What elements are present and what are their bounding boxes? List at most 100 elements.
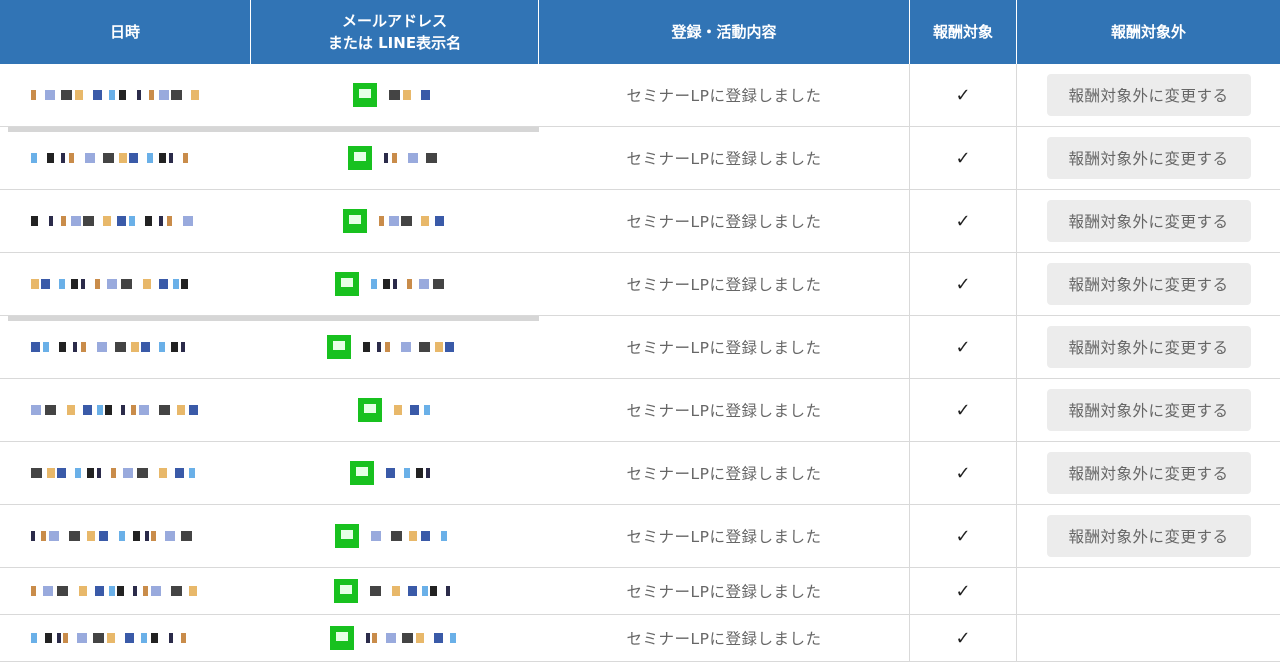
redacted-pixel [104,405,112,415]
datetime-cell [0,442,251,504]
datetime-cell [0,190,251,252]
exclude-cell: 報酬対象外に変更する [1017,190,1280,252]
redacted-pixel [82,216,94,226]
redacted-pixel [136,90,141,100]
redacted-pixel [158,90,169,100]
redacted-pixel [42,342,49,352]
contact-cell [251,615,539,661]
redacted-pixel [421,216,429,226]
redacted-pixel [419,342,430,352]
redacted-pixel [370,586,381,596]
change-to-non-reward-button[interactable]: 報酬対象外に変更する [1046,263,1251,305]
redacted-pixel [446,586,450,596]
redacted-pixel [392,586,400,596]
activity-cell: セミナーLPに登録しました [539,442,910,504]
redacted-pixel [56,633,61,643]
reward-check-cell: ✓ [910,253,1017,315]
redacted-pixel [170,586,182,596]
redacted-datetime [30,339,221,355]
datetime-cell [0,568,251,614]
reward-check-cell: ✓ [910,615,1017,661]
table-row: セミナーLPに登録しました ✓ 報酬対象外に変更する [0,316,1280,379]
redacted-datetime [30,213,221,229]
redacted-pixel [150,586,161,596]
redacted-contact [371,276,455,292]
redacted-pixel [96,342,107,352]
header-contact-line2: または LINE表示名 [327,34,462,52]
redacted-pixel [391,531,402,541]
redacted-pixel [44,90,55,100]
redacted-pixel [389,216,399,226]
table-row: セミナーLPに登録しました ✓ [0,568,1280,615]
redacted-pixel [120,405,125,415]
redacted-pixel [386,633,396,643]
redacted-pixel [176,405,185,415]
redacted-pixel [116,216,126,226]
datetime-cell [0,615,251,661]
redacted-pixel [407,279,412,289]
change-to-non-reward-button[interactable]: 報酬対象外に変更する [1046,452,1251,494]
redacted-pixel [188,468,195,478]
redacted-pixel [118,153,127,163]
redacted-pixel [180,342,185,352]
redacted-pixel [190,90,199,100]
change-to-non-reward-button[interactable]: 報酬対象外に変更する [1046,326,1251,368]
redacted-pixel [401,342,411,352]
redacted-pixel [68,153,74,163]
redacted-pixel [168,153,173,163]
redacted-datetime [30,630,221,646]
redacted-pixel [402,633,413,643]
activity-cell: セミナーLPに登録しました [539,64,910,126]
redacted-pixel [188,405,198,415]
row-separator [8,316,539,321]
redacted-pixel [96,405,103,415]
change-to-non-reward-button[interactable]: 報酬対象外に変更する [1046,74,1251,116]
redacted-pixel [66,405,75,415]
redacted-pixel [30,468,42,478]
redacted-pixel [389,90,400,100]
redacted-pixel [384,153,388,163]
redacted-pixel [445,342,454,352]
change-to-non-reward-button[interactable]: 報酬対象外に変更する [1046,389,1251,431]
redacted-pixel [138,405,149,415]
activity-table: 日時 メールアドレス または LINE表示名 登録・活動内容 報酬対象 報酬対象… [0,0,1280,662]
redacted-contact [394,402,432,418]
redacted-pixel [379,216,384,226]
redacted-pixel [170,90,182,100]
change-to-non-reward-button[interactable]: 報酬対象外に変更する [1046,200,1251,242]
redacted-pixel [450,633,456,643]
redacted-pixel [132,531,140,541]
redacted-pixel [404,468,410,478]
redacted-pixel [92,633,104,643]
redacted-pixel [422,586,428,596]
reward-check-cell: ✓ [910,442,1017,504]
redacted-pixel [430,586,437,596]
redacted-datetime [30,528,221,544]
redacted-pixel [409,531,417,541]
redacted-pixel [180,531,192,541]
redacted-pixel [140,342,150,352]
datetime-cell [0,253,251,315]
datetime-cell [0,64,251,126]
redacted-pixel [70,216,81,226]
redacted-pixel [96,468,101,478]
redacted-pixel [166,216,172,226]
reward-check-cell: ✓ [910,568,1017,614]
activity-cell: セミナーLPに登録しました [539,615,910,661]
redacted-pixel [435,216,444,226]
redacted-pixel [146,153,153,163]
change-to-non-reward-button[interactable]: 報酬対象外に変更する [1046,137,1251,179]
redacted-contact [379,213,447,229]
redacted-pixel [74,90,83,100]
redacted-pixel [170,342,178,352]
redacted-pixel [426,468,430,478]
redacted-datetime [30,402,221,418]
redacted-pixel [168,633,173,643]
redacted-pixel [383,279,390,289]
redacted-pixel [144,216,152,226]
contact-cell [251,253,539,315]
line-icon [335,524,359,548]
redacted-pixel [136,468,148,478]
redacted-pixel [56,468,66,478]
change-to-non-reward-button[interactable]: 報酬対象外に変更する [1046,515,1251,557]
